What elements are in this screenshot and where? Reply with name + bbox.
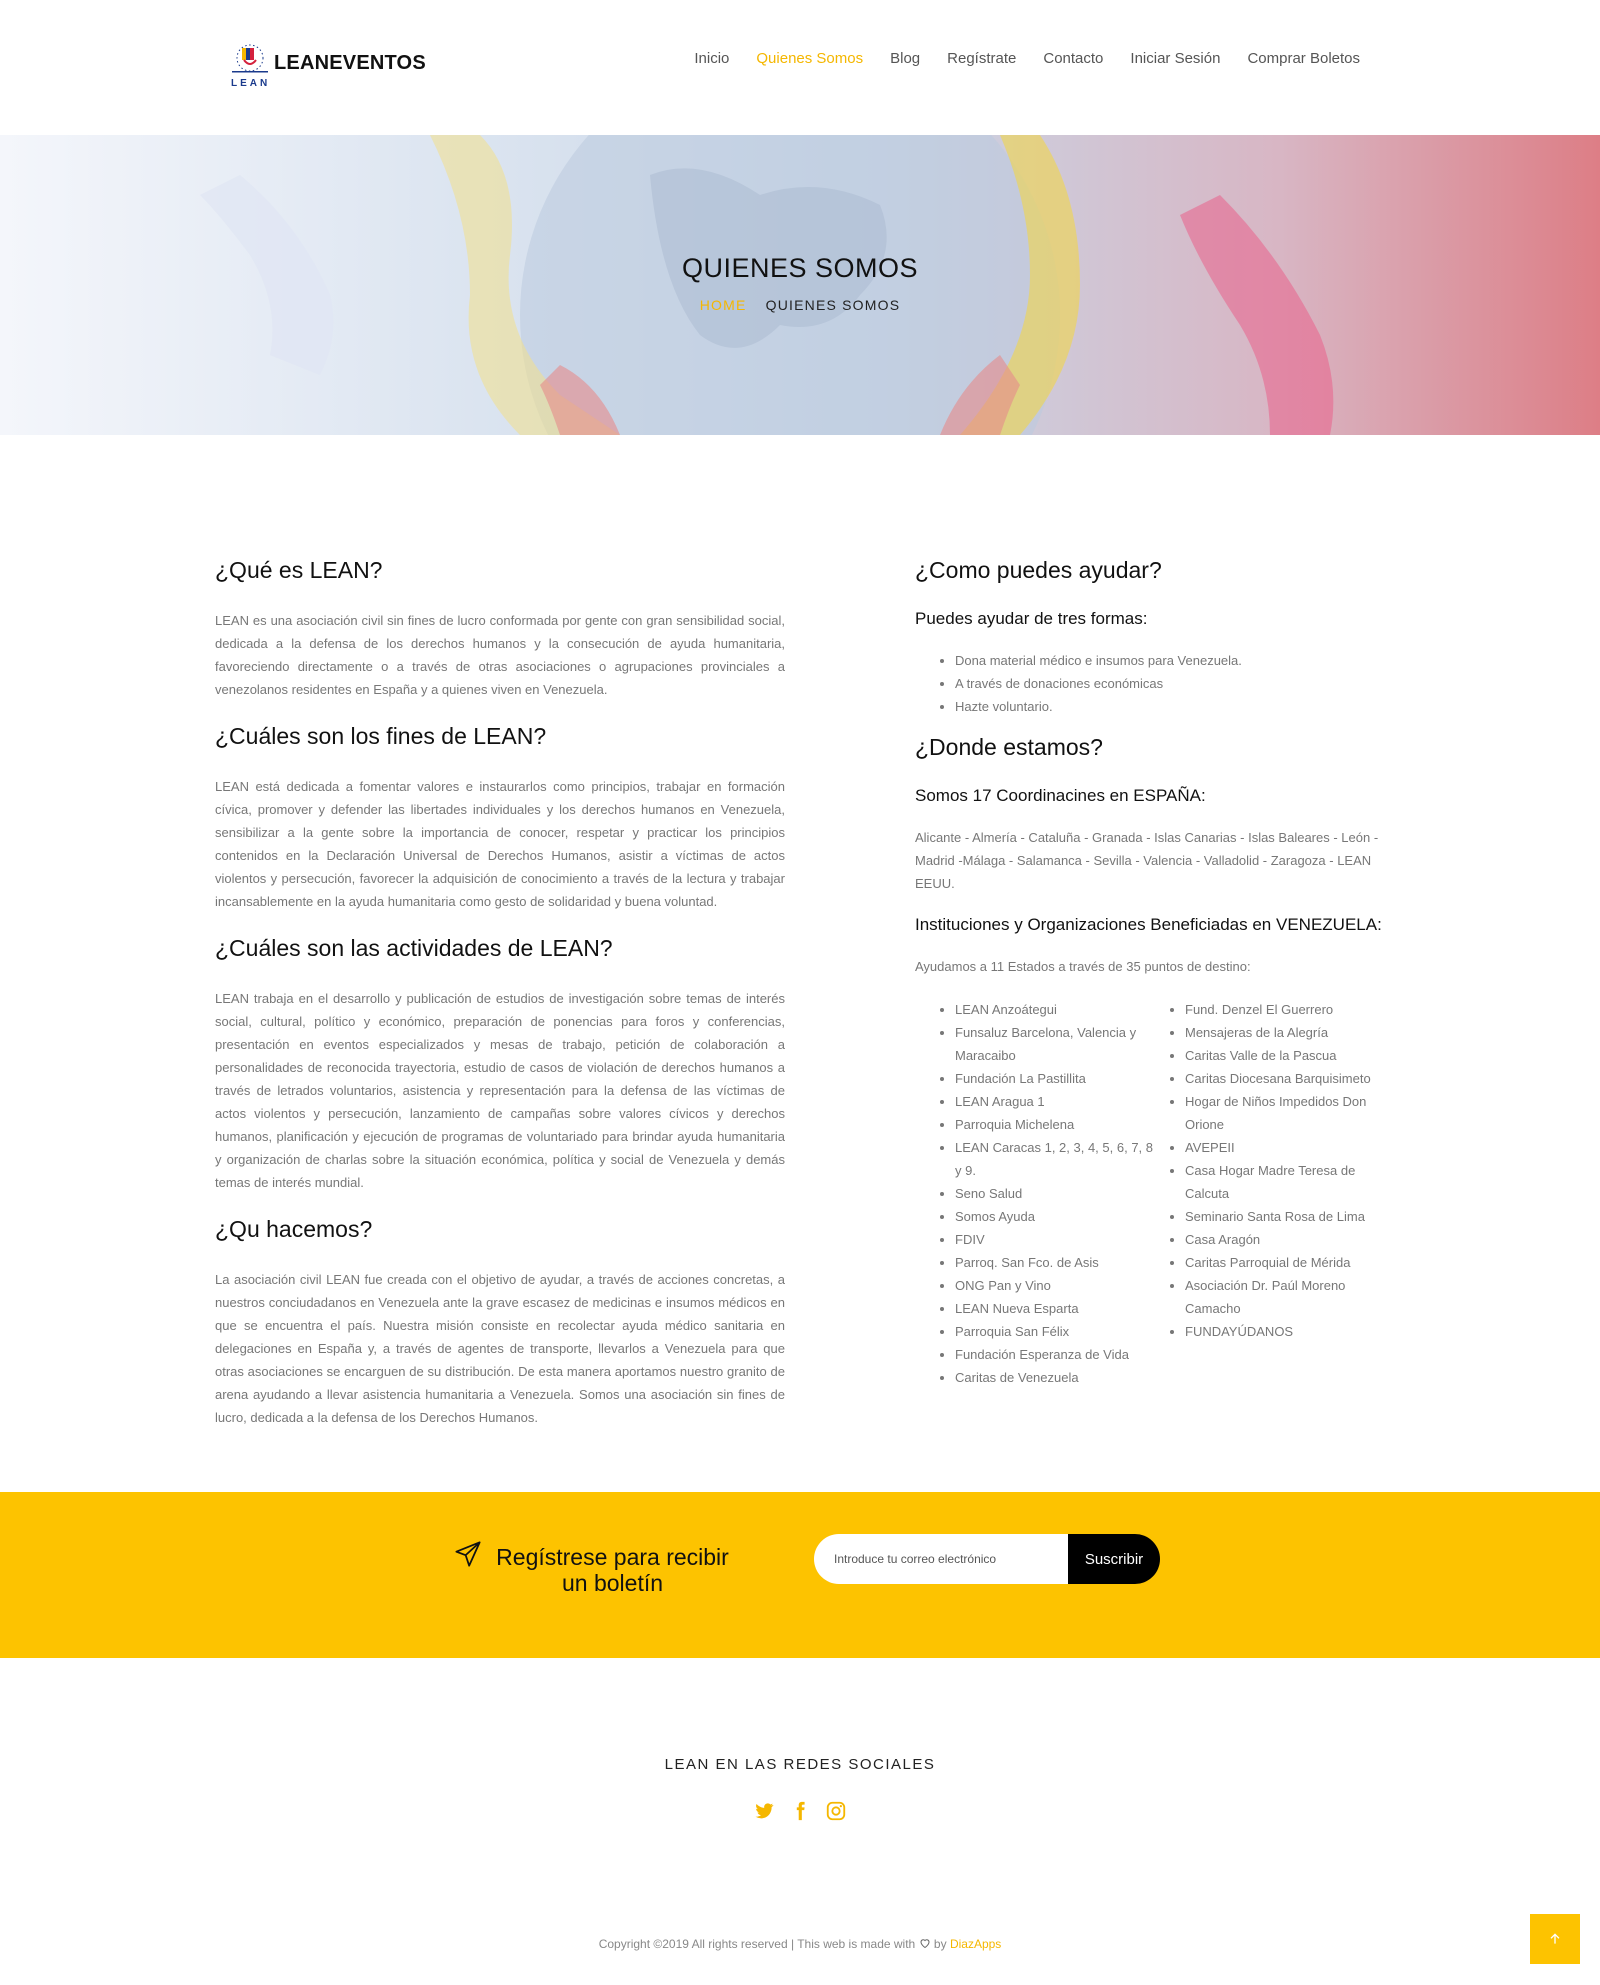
list-item: Casa Hogar Madre Teresa de Calcuta [1185,1159,1385,1205]
social-links [0,1800,1600,1822]
list-item: Caritas Valle de la Pascua [1185,1044,1385,1067]
section-title-que-hacemos: ¿Qu hacemos? [215,1216,373,1242]
institutions-list-a: LEAN AnzoáteguiFunsaluz Barcelona, Valen… [955,998,1155,1389]
section-text-ciudades: Alicante - Almería - Cataluña - Granada … [915,830,1379,891]
twitter-icon[interactable] [753,1800,775,1822]
breadcrumb: HOME QUIENES SOMOS [0,297,1600,313]
list-item: AVEPEII [1185,1136,1385,1159]
hero-banner: QUIENES SOMOS HOME QUIENES SOMOS [0,135,1600,435]
about-right-column: ¿Como puedes ayudar? Puedes ayudar de tr… [915,555,1385,1389]
page-title: QUIENES SOMOS [681,253,919,283]
main-nav: Inicio Quienes Somos Blog Regístrate Con… [667,50,1360,67]
list-item: Caritas Diocesana Barquisimeto [1185,1067,1385,1090]
nav-comprar-boletos[interactable]: Comprar Boletos [1247,50,1360,67]
section-text-fines: LEAN está dedicada a fomentar valores e … [215,779,785,909]
section-subtitle-instituciones: Instituciones y Organizaciones Beneficia… [915,915,1382,934]
newsletter-email-input[interactable] [814,1534,1084,1584]
list-item: Fundación La Pastillita [955,1067,1155,1090]
breadcrumb-home-link[interactable]: HOME [700,297,747,313]
list-item: FUNDAYÚDANOS [1185,1320,1385,1343]
help-list: Dona material médico e insumos para Vene… [955,649,1385,718]
section-title-donde-estamos: ¿Donde estamos? [915,734,1103,760]
arrow-up-icon [1550,1933,1560,1944]
list-item: Asociación Dr. Paúl Moreno Camacho [1185,1274,1385,1320]
nav-inicio[interactable]: Inicio [694,50,729,67]
list-item: Caritas Parroquial de Mérida [1185,1251,1385,1274]
nav-registrate[interactable]: Regístrate [947,50,1016,67]
list-item: LEAN Nueva Esparta [955,1297,1155,1320]
list-item: FDIV [955,1228,1155,1251]
list-item: A través de donaciones económicas [955,672,1385,695]
newsletter-band: Regístrese para recibir un boletín Suscr… [0,1492,1600,1658]
list-item: Seno Salud [955,1182,1155,1205]
section-subtitle-formas: Puedes ayudar de tres formas: [915,609,1148,628]
list-item: Hazte voluntario. [955,695,1385,718]
hero-background-illustration [200,135,1334,435]
list-item: Seminario Santa Rosa de Lima [1185,1205,1385,1228]
list-item: Hogar de Niños Impedidos Don Orione [1185,1090,1385,1136]
paper-plane-icon [455,1541,481,1567]
about-left-column: ¿Qué es LEAN? LEAN es una asociación civ… [215,555,785,1449]
copyright-text: Copyright ©2019 All rights reserved | Th… [598,1937,916,1951]
list-item: Parroquia Michelena [955,1113,1155,1136]
list-item: Parroq. San Fco. de Asis [955,1251,1155,1274]
institutions-lists: LEAN AnzoáteguiFunsaluz Barcelona, Valen… [925,998,1385,1389]
nav-blog[interactable]: Blog [890,50,920,67]
heart-icon [920,1939,930,1949]
section-title-fines: ¿Cuáles son los fines de LEAN? [215,723,547,749]
section-title-actividades: ¿Cuáles son las actividades de LEAN? [215,935,613,961]
section-text-actividades: LEAN trabaja en el desarrollo y publicac… [215,991,785,1190]
back-to-top-button[interactable] [1530,1914,1580,1964]
list-item: LEAN Anzoátegui [955,998,1155,1021]
social-title: LEAN EN LAS REDES SOCIALES [664,1756,936,1773]
list-item: Fundación Esperanza de Vida [955,1343,1155,1366]
subscribe-button[interactable]: Suscribir [1068,1534,1160,1584]
section-text-que-hacemos: La asociación civil LEAN fue creada con … [215,1272,785,1425]
site-logo[interactable]: LEANEVENTOS LEAN [228,36,428,96]
section-text-estados: Ayudamos a 11 Estados a través de 35 pun… [915,959,1251,974]
list-item: LEAN Aragua 1 [955,1090,1155,1113]
brand-link[interactable]: DiazApps [950,1937,1001,1951]
site-header: LEANEVENTOS LEAN Inicio Quienes Somos Bl… [0,0,1600,135]
logo-text: LEANEVENTOS [274,52,426,74]
nav-quienes-somos[interactable]: Quienes Somos [756,50,863,67]
list-item: Casa Aragón [1185,1228,1385,1251]
section-subtitle-coordinaciones: Somos 17 Coordinacines en ESPAÑA: [915,786,1206,805]
facebook-icon[interactable] [789,1800,811,1822]
list-item: ONG Pan y Vino [955,1274,1155,1297]
list-item: LEAN Caracas 1, 2, 3, 4, 5, 6, 7, 8 y 9. [955,1136,1155,1182]
list-item: Dona material médico e insumos para Vene… [955,649,1385,672]
nav-contacto[interactable]: Contacto [1043,50,1103,67]
section-text-que-es: LEAN es una asociación civil sin fines d… [215,613,785,697]
list-item: Somos Ayuda [955,1205,1155,1228]
section-title-que-es: ¿Qué es LEAN? [215,557,383,583]
institutions-list-b: Fund. Denzel El GuerreroMensajeras de la… [1185,998,1385,1389]
instagram-icon[interactable] [825,1800,847,1822]
logo-sub-text: LEAN [231,78,271,89]
list-item: Parroquia San Félix [955,1320,1155,1343]
newsletter-form: Suscribir [814,1534,1160,1584]
breadcrumb-current: QUIENES SOMOS [765,297,901,313]
list-item: Fund. Denzel El Guerrero [1185,998,1385,1021]
list-item: Funsaluz Barcelona, Valencia y Maracaibo [955,1021,1155,1067]
newsletter-text: Regístrese para recibir un boletín [496,1544,729,1596]
list-item: Caritas de Venezuela [955,1366,1155,1389]
section-title-como-ayudar: ¿Como puedes ayudar? [915,557,1162,583]
list-item: Mensajeras de la Alegría [1185,1021,1385,1044]
copyright: Copyright ©2019 All rights reserved | Th… [0,1937,1600,1951]
nav-iniciar-sesion[interactable]: Iniciar Sesión [1130,50,1220,67]
copyright-by: by [933,1937,947,1951]
